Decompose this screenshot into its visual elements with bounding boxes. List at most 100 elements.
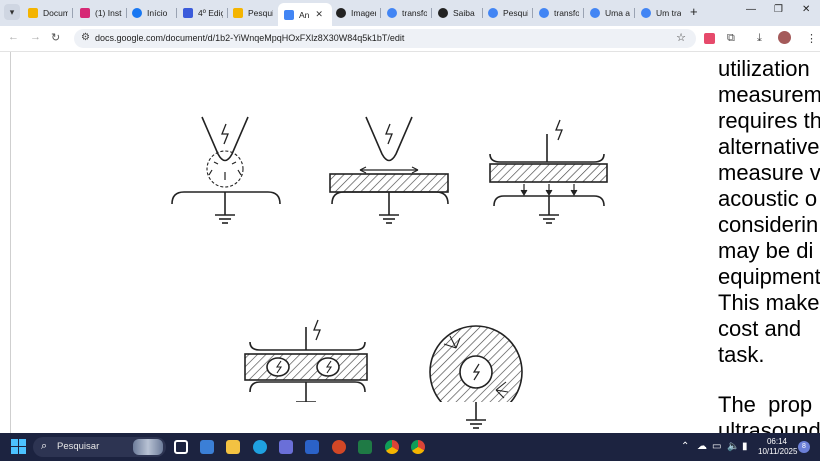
google-icon <box>488 8 498 18</box>
tab-separator <box>634 8 635 18</box>
diagram-internal-voids <box>244 319 368 402</box>
tab-3[interactable]: Início <box>132 3 172 23</box>
powerpoint-icon[interactable] <box>332 440 346 454</box>
file-explorer-icon[interactable] <box>226 440 240 454</box>
tab-label: 4º Ediç <box>198 8 223 18</box>
tab-7[interactable]: Imagen <box>336 3 376 23</box>
task-view-icon[interactable] <box>174 440 188 454</box>
text-line: alternative <box>718 134 820 159</box>
volume-icon[interactable]: 🔈 <box>727 441 739 452</box>
diagram-surface-discharge <box>329 116 449 224</box>
google-drive-icon <box>233 8 243 18</box>
tab-1[interactable]: Docum <box>28 3 68 23</box>
tab-separator <box>72 8 73 18</box>
text-line: measurem <box>718 82 820 107</box>
tab-5[interactable]: Pesqui <box>233 3 273 23</box>
extensions-puzzle-icon[interactable]: ⧉ <box>727 32 735 45</box>
text-line: This make <box>718 290 820 315</box>
search-placeholder: Pesquisar <box>57 441 100 452</box>
back-icon[interactable]: ← <box>8 31 19 43</box>
tab-9[interactable]: Saiba <box>438 3 478 23</box>
menu-kebab-icon[interactable]: ⋮ <box>806 32 817 45</box>
excel-icon[interactable] <box>358 440 372 454</box>
minimize-icon[interactable]: — <box>746 4 756 15</box>
restore-icon[interactable]: ❐ <box>774 4 783 15</box>
extension-icon[interactable] <box>704 33 715 44</box>
chrome-icon[interactable] <box>411 440 425 454</box>
tab-label: (1) Inst <box>95 8 122 18</box>
chevron-up-icon[interactable]: ⌃ <box>681 441 689 452</box>
tab-separator <box>583 8 584 18</box>
profile-avatar[interactable] <box>778 31 791 44</box>
tab-10[interactable]: Pesqui <box>488 3 528 23</box>
notification-badge[interactable]: 8 <box>798 441 810 453</box>
figure-partial-discharge-types <box>171 116 608 402</box>
reload-icon[interactable]: ↻ <box>51 31 60 44</box>
tab-separator <box>431 8 432 18</box>
tab-search-button[interactable]: ▾ <box>4 4 20 20</box>
tab-8[interactable]: transfo <box>387 3 427 23</box>
edge-icon[interactable] <box>253 440 267 454</box>
diagram-barrier-discharge <box>489 119 608 224</box>
store-icon[interactable] <box>279 440 293 454</box>
tab-4[interactable]: 4º Ediç <box>183 3 223 23</box>
instagram-icon <box>80 8 90 18</box>
forward-icon[interactable]: → <box>30 31 41 43</box>
google-docs-icon <box>284 9 294 20</box>
tab-label: Imagen <box>351 8 376 18</box>
tab-label: Docum <box>43 8 68 18</box>
display-icon[interactable]: ▭ <box>712 441 721 452</box>
search-icon: ⌕ <box>41 440 48 452</box>
chrome-icon[interactable] <box>385 440 399 454</box>
tab-label: Uma ai <box>605 8 630 18</box>
tab-separator <box>380 8 381 18</box>
openai-icon <box>336 8 346 18</box>
text-line: cost and <box>718 316 802 341</box>
tab-strip: ▾ Docum (1) Inst Início 4º Ediç Pesqui A… <box>0 0 820 26</box>
search-highlight-image <box>133 439 163 455</box>
google-drive-icon <box>28 8 38 18</box>
google-icon <box>539 8 549 18</box>
app-icon <box>183 8 193 18</box>
text-line: utilization <box>718 56 810 81</box>
address-bar[interactable]: ⚙ docs.google.com/document/d/1b2-YiWnqeM… <box>74 29 696 48</box>
tab-11[interactable]: transfo <box>539 3 579 23</box>
text-line: measure v <box>718 160 820 185</box>
tab-separator <box>176 8 177 18</box>
taskbar-search[interactable]: ⌕ Pesquisar <box>33 437 166 457</box>
openai-icon <box>438 8 448 18</box>
text-line: task. <box>718 342 765 367</box>
onedrive-icon[interactable]: ☁ <box>697 441 707 452</box>
outlook-icon[interactable] <box>305 440 319 454</box>
tab-2[interactable]: (1) Inst <box>80 3 122 23</box>
new-tab-button[interactable]: + <box>690 4 698 19</box>
close-window-icon[interactable]: ✕ <box>802 4 810 15</box>
tab-label: Pesqui <box>503 8 528 18</box>
text-line: considerin <box>718 212 819 237</box>
site-info-icon[interactable]: ⚙ <box>81 32 90 43</box>
app-icon[interactable] <box>200 440 214 454</box>
url-text[interactable]: docs.google.com/document/d/1b2-YiWnqeMpq… <box>95 33 404 43</box>
tab-12[interactable]: Uma ai <box>590 3 630 23</box>
browser-toolbar: ← → ↻ ⚙ docs.google.com/document/d/1b2-Y… <box>0 26 820 52</box>
tab-13[interactable]: Um tra <box>641 3 681 23</box>
tab-6-active[interactable]: An ✕ <box>278 3 332 26</box>
diagram-cable-treeing <box>429 325 523 402</box>
windows-start-icon[interactable] <box>11 439 26 454</box>
download-icon[interactable]: ⤓ <box>757 32 762 45</box>
bookmark-star-icon[interactable]: ☆ <box>676 31 686 44</box>
text-line: requires th <box>718 108 820 133</box>
clock-time: 06:14 <box>766 437 788 446</box>
battery-icon[interactable]: ▮ <box>742 441 748 452</box>
ground-symbol <box>466 402 486 429</box>
document-text-column: utilization measurem requires th alterna… <box>718 56 820 433</box>
system-clock[interactable]: 06:14 10/11/2025 <box>758 437 797 457</box>
close-tab-icon[interactable]: ✕ <box>315 9 323 20</box>
document-canvas: utilization measurem requires th alterna… <box>0 52 820 433</box>
google-icon <box>641 8 651 18</box>
windows-taskbar: ⌕ Pesquisar ⌃ ☁ ▭ 🔈 ▮ 06:14 10/11/2025 8 <box>0 433 820 461</box>
tab-separator <box>126 8 127 18</box>
google-icon <box>590 8 600 18</box>
tab-label: transfo <box>402 8 427 18</box>
app-icon <box>132 8 142 18</box>
